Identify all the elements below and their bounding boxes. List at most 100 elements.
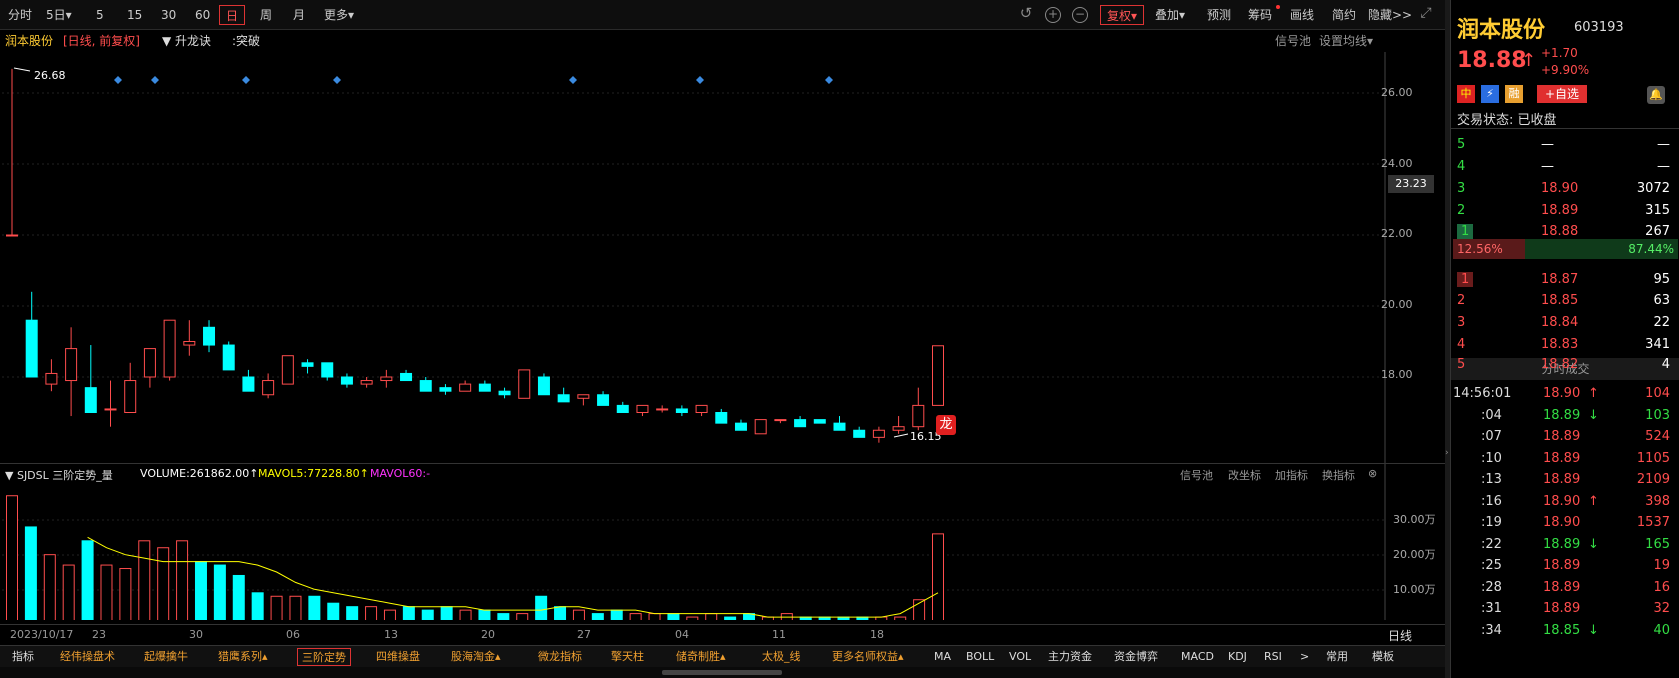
tick-time: :31 <box>1481 601 1502 616</box>
tick-volume: 104 <box>1645 386 1670 401</box>
tab-indicators[interactable]: 指标 <box>8 648 38 666</box>
tick-row[interactable]: :10 18.89 1105 <box>1451 448 1679 470</box>
tab-main-funds[interactable]: 主力资金 <box>1044 648 1096 666</box>
lightning-icon[interactable]: ⚡ <box>1481 85 1499 103</box>
kline-chart[interactable] <box>0 30 1445 620</box>
overlay-menu[interactable]: 叠加▾ <box>1155 5 1185 25</box>
tick-row[interactable]: :22 18.89 ↓ 165 <box>1451 534 1679 556</box>
bid-row[interactable]: 1 18.87 95 <box>1451 269 1679 291</box>
tab-scroll-right[interactable]: > <box>1296 648 1313 666</box>
level-price: 18.85 <box>1541 293 1579 308</box>
level-label: 1 <box>1457 272 1474 287</box>
tab-fund-game[interactable]: 资金博弈 <box>1110 648 1162 666</box>
chips-button[interactable]: 筹码 <box>1248 5 1272 25</box>
ask-row[interactable]: 1 18.88 267 <box>1451 221 1679 243</box>
tick-row[interactable]: 14:56:01 18.90 ↑ 104 <box>1451 383 1679 405</box>
tab-vol[interactable]: VOL <box>1005 648 1035 666</box>
indicator-dropdown[interactable]: ▼ 升龙诀 <box>162 32 211 49</box>
tab-rsi[interactable]: RSI <box>1260 648 1286 666</box>
dragon-signal-icon[interactable]: 龙 <box>936 415 956 435</box>
tab-30min[interactable]: 30 <box>161 5 176 25</box>
tick-row[interactable]: :04 18.89 ↓ 103 <box>1451 405 1679 427</box>
tab-60min[interactable]: 60 <box>195 5 210 25</box>
tab-more-experts[interactable]: 更多名师权益▴ <box>828 648 908 666</box>
margin-icon[interactable]: 融 <box>1505 85 1523 103</box>
tab-ma[interactable]: MA <box>930 648 955 666</box>
tab-chuqi[interactable]: 储奇制胜▴ <box>672 648 730 666</box>
candle-body <box>84 387 97 413</box>
tick-row[interactable]: :13 18.89 2109 <box>1451 469 1679 491</box>
tick-row[interactable]: :34 18.85 ↓ 40 <box>1451 620 1679 642</box>
ask-row[interactable]: 3 18.90 3072 <box>1451 178 1679 200</box>
bid-row[interactable]: 4 18.83 341 <box>1451 334 1679 356</box>
hide-button[interactable]: 隐藏>> <box>1368 5 1412 25</box>
scrollbar-thumb[interactable] <box>662 670 782 675</box>
tab-monthly[interactable]: 月 <box>293 5 305 25</box>
bid-row[interactable]: 3 18.84 22 <box>1451 312 1679 334</box>
change-axis-link[interactable]: 改坐标 <box>1228 467 1261 483</box>
tick-row[interactable]: :31 18.89 32 <box>1451 598 1679 620</box>
tick-row[interactable]: :28 18.89 16 <box>1451 577 1679 599</box>
tab-weekly[interactable]: 周 <box>260 5 272 25</box>
zoom-out-icon[interactable]: − <box>1072 7 1088 23</box>
tab-qibao[interactable]: 起爆擒牛 <box>140 648 192 666</box>
volume-tick: 30.00万 <box>1393 513 1436 526</box>
tick-row[interactable]: :16 18.90 ↑ 398 <box>1451 491 1679 513</box>
tick-row[interactable]: :19 18.90 1537 <box>1451 512 1679 534</box>
predict-button[interactable]: 预测 <box>1207 5 1231 25</box>
ask-row[interactable]: 4 — — <box>1451 156 1679 178</box>
tab-weilong[interactable]: 微龙指标 <box>534 648 586 666</box>
tab-lieying[interactable]: 猎鹰系列▴ <box>214 648 272 666</box>
signal-pool-link[interactable]: 信号池 <box>1275 32 1311 49</box>
ask-row[interactable]: 2 18.89 315 <box>1451 200 1679 222</box>
tick-volume: 2109 <box>1636 472 1670 487</box>
bid-row[interactable]: 5 18.82 4 <box>1451 354 1679 376</box>
switch-indicator-link[interactable]: 换指标 <box>1322 467 1355 483</box>
more-menu[interactable]: 更多▾ <box>324 5 354 25</box>
candle-body <box>774 419 787 422</box>
tick-row[interactable]: :07 18.89 524 <box>1451 426 1679 448</box>
bid-row[interactable]: 2 18.85 63 <box>1451 290 1679 312</box>
set-ma-link[interactable]: 设置均线▾ <box>1319 32 1373 49</box>
tab-guhai[interactable]: 股海淘金▴ <box>447 648 505 666</box>
adjust-menu[interactable]: 复权▾ <box>1100 5 1145 25</box>
add-watchlist-button[interactable]: +自选 <box>1537 85 1587 103</box>
horizontal-scrollbar[interactable] <box>0 667 1445 678</box>
tab-common[interactable]: 常用 <box>1322 648 1352 666</box>
tab-macd[interactable]: MACD <box>1177 648 1218 666</box>
tab-5day[interactable]: 5日▾ <box>46 5 72 25</box>
add-indicator-link[interactable]: 加指标 <box>1275 467 1308 483</box>
zoom-in-icon[interactable]: + <box>1045 7 1061 23</box>
high-price-label: 26.68 <box>34 69 66 82</box>
level-label: 5 <box>1457 357 1466 372</box>
tab-sanjie[interactable]: 三阶定势 <box>297 648 351 666</box>
tab-15min[interactable]: 15 <box>127 5 142 25</box>
fullscreen-icon[interactable]: ⤢ <box>1418 6 1434 23</box>
signal-diamond-icon <box>333 76 341 84</box>
tab-taiji[interactable]: 太极_线 <box>758 648 805 666</box>
candle-body <box>853 429 866 438</box>
vol-signal-pool-link[interactable]: 信号池 <box>1180 467 1213 483</box>
tab-5min[interactable]: 5 <box>96 5 104 25</box>
tab-qingtian[interactable]: 擎天柱 <box>607 648 648 666</box>
tab-daily[interactable]: 日 <box>219 5 246 25</box>
bell-icon[interactable]: 🔔 <box>1647 86 1665 104</box>
tab-template[interactable]: 模板 <box>1368 648 1398 666</box>
tab-jingwei[interactable]: 经伟操盘术 <box>56 648 119 666</box>
china-flag-icon[interactable]: 中 <box>1457 85 1475 103</box>
tick-row[interactable]: :25 18.89 19 <box>1451 555 1679 577</box>
tick-volume: 524 <box>1645 429 1670 444</box>
volume-indicator-dropdown[interactable]: ▼ SJDSL 三阶定势_量 <box>5 467 113 483</box>
candle-body <box>518 369 531 399</box>
close-panel-icon[interactable]: ⊗ <box>1368 467 1377 480</box>
tab-intraday[interactable]: 分时 <box>8 5 32 25</box>
volume-bar <box>251 592 264 620</box>
tab-boll[interactable]: BOLL <box>962 648 998 666</box>
simple-button[interactable]: 简约 <box>1332 5 1356 25</box>
ask-row[interactable]: 5 — — <box>1451 134 1679 156</box>
tab-kdj[interactable]: KDJ <box>1224 648 1251 666</box>
draw-button[interactable]: 画线 <box>1290 5 1314 25</box>
undo-icon[interactable]: ↺ <box>1018 6 1034 23</box>
tick-price: 18.89 <box>1543 407 1581 423</box>
tab-siwei[interactable]: 四维操盘 <box>372 648 424 666</box>
